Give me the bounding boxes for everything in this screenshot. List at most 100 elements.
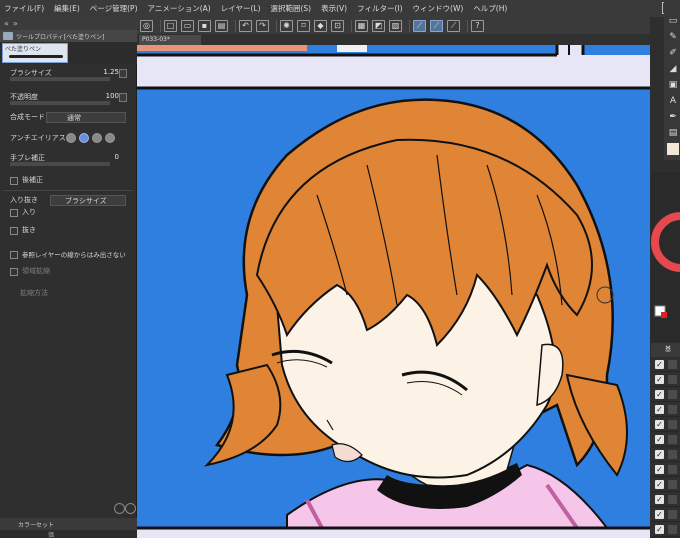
text-tool-icon[interactable]: A	[667, 95, 679, 107]
export-icon[interactable]: ▤	[215, 19, 228, 32]
visibility-checkbox[interactable]: ✓	[655, 435, 664, 444]
taper-out-row: 抜き	[0, 223, 137, 239]
menu-animation[interactable]: アニメーション(A)	[148, 3, 211, 14]
wrench-icon[interactable]	[125, 503, 136, 514]
separator	[409, 19, 410, 32]
layer-thumbnail	[668, 390, 677, 399]
invert-icon[interactable]: ▨	[389, 19, 402, 32]
open-folder-icon[interactable]: ▭	[181, 19, 194, 32]
menu-layer[interactable]: レイヤー(L)	[221, 3, 261, 14]
menu-file[interactable]: ファイル(F)	[4, 3, 44, 14]
grid-snap-icon[interactable]: ⟋	[447, 19, 460, 32]
stabilization-value[interactable]: 0	[115, 153, 119, 161]
brush-preset-chip[interactable]: べた塗りペン	[2, 43, 68, 63]
transform-icon[interactable]: ⌑	[297, 19, 310, 32]
layer-row[interactable]: ✓	[651, 388, 680, 402]
layer-row[interactable]: ✓	[651, 463, 680, 477]
collapse-icon[interactable]: «	[4, 19, 9, 28]
undo-icon[interactable]: ↶	[239, 19, 252, 32]
stabilization-slider[interactable]	[10, 162, 110, 166]
clear-icon[interactable]: ◩	[372, 19, 385, 32]
visibility-checkbox[interactable]: ✓	[655, 405, 664, 414]
taper-in-label: 入り	[22, 208, 36, 216]
visibility-checkbox[interactable]: ✓	[655, 495, 664, 504]
redo-icon[interactable]: ↷	[256, 19, 269, 32]
layer-row[interactable]: ✓	[651, 493, 680, 507]
color-wheel-panel[interactable]	[651, 172, 680, 342]
menu-edit[interactable]: 編集(E)	[54, 3, 80, 14]
opacity-value[interactable]: 100	[106, 92, 119, 100]
menu-window[interactable]: ウィンドウ(W)	[413, 3, 464, 14]
visibility-checkbox[interactable]: ✓	[655, 465, 664, 474]
visibility-checkbox[interactable]: ✓	[655, 420, 664, 429]
main-color-swatch[interactable]	[667, 143, 679, 155]
canvas[interactable]	[137, 45, 650, 538]
menu-help[interactable]: ヘルプ(H)	[473, 3, 507, 14]
taper-out-checkbox[interactable]	[10, 227, 18, 235]
tool-property-tab[interactable]: ツールプロパティ[べた塗りペン]	[0, 30, 137, 42]
app-icon[interactable]: ◎	[140, 19, 153, 32]
layer-row[interactable]: ✓	[651, 523, 680, 537]
fill-tool-icon[interactable]: ◢	[667, 63, 679, 75]
color-ring	[651, 212, 680, 272]
menu-bar: ファイル(F) 編集(E) ページ管理(P) アニメーション(A) レイヤー(L…	[0, 0, 680, 17]
settings-icon[interactable]	[114, 503, 125, 514]
visibility-checkbox[interactable]: ✓	[655, 510, 664, 519]
visibility-checkbox[interactable]: ✓	[655, 390, 664, 399]
ruler-snap-icon[interactable]: ⟋	[413, 19, 426, 32]
layer-row[interactable]: ✓	[651, 478, 680, 492]
save-icon[interactable]: ▪	[198, 19, 211, 32]
expand-icon[interactable]: »	[13, 19, 18, 28]
visibility-checkbox[interactable]: ✓	[655, 480, 664, 489]
deselect-icon[interactable]: ⊡	[331, 19, 344, 32]
menu-view[interactable]: 表示(V)	[321, 3, 347, 14]
layer-row[interactable]: ✓	[651, 418, 680, 432]
brush-tool-icon[interactable]: ✐	[667, 47, 679, 59]
pen-tool-icon[interactable]: ✎	[667, 31, 679, 43]
opacity-settings-button[interactable]	[119, 93, 127, 102]
layer-panel-tab[interactable]: 基	[651, 343, 680, 357]
layer-row[interactable]: ✓	[651, 403, 680, 417]
antialias-medium[interactable]	[92, 133, 102, 143]
sparkle-icon[interactable]: ✺	[280, 19, 293, 32]
visibility-checkbox[interactable]: ✓	[655, 450, 664, 459]
gradient-tool-icon[interactable]: ▣	[667, 79, 679, 91]
layer-row[interactable]: ✓	[651, 358, 680, 372]
background-swatch[interactable]	[661, 312, 667, 318]
antialias-none[interactable]	[66, 133, 76, 143]
new-file-icon[interactable]: □	[164, 19, 177, 32]
taper-label: 入り抜き	[10, 196, 38, 204]
antialias-strong[interactable]	[105, 133, 115, 143]
visibility-checkbox[interactable]: ✓	[655, 525, 664, 534]
menu-selection[interactable]: 選択範囲(S)	[271, 3, 312, 14]
special-ruler-snap-icon[interactable]: ⟋	[430, 19, 443, 32]
menu-filter[interactable]: フィルター(I)	[357, 3, 402, 14]
post-correction-checkbox[interactable]	[10, 177, 18, 185]
tab-color-set[interactable]: カラーセット	[18, 520, 54, 529]
reference-layer-checkbox[interactable]	[10, 251, 18, 259]
area-scale-checkbox[interactable]	[10, 268, 18, 276]
fill-bucket-icon[interactable]: ◆	[314, 19, 327, 32]
layer-row[interactable]: ✓	[651, 508, 680, 522]
layer-row[interactable]: ✓	[651, 373, 680, 387]
crop-icon[interactable]: ▦	[355, 19, 368, 32]
layer-row[interactable]: ✓	[651, 448, 680, 462]
taper-in-checkbox[interactable]	[10, 209, 18, 217]
document-tab[interactable]: P033-03*	[139, 35, 201, 45]
brush-size-value[interactable]: 1.25	[103, 68, 119, 76]
brush-size-settings-button[interactable]	[119, 69, 127, 78]
selection-icon[interactable]: ▭	[667, 15, 679, 27]
help-icon[interactable]: ?	[471, 19, 484, 32]
visibility-checkbox[interactable]: ✓	[655, 360, 664, 369]
visibility-checkbox[interactable]: ✓	[655, 375, 664, 384]
antialias-weak[interactable]	[79, 133, 89, 143]
pattern-icon[interactable]: ▤	[667, 127, 679, 139]
blend-mode-select[interactable]: 通常	[46, 112, 126, 123]
opacity-slider[interactable]	[10, 101, 110, 105]
layer-thumbnail	[668, 480, 677, 489]
eyedropper-icon[interactable]: ✒	[667, 111, 679, 123]
layer-row[interactable]: ✓	[651, 433, 680, 447]
brush-size-slider[interactable]	[10, 77, 110, 81]
right-panel-sky	[583, 45, 650, 55]
menu-page[interactable]: ページ管理(P)	[90, 3, 138, 14]
